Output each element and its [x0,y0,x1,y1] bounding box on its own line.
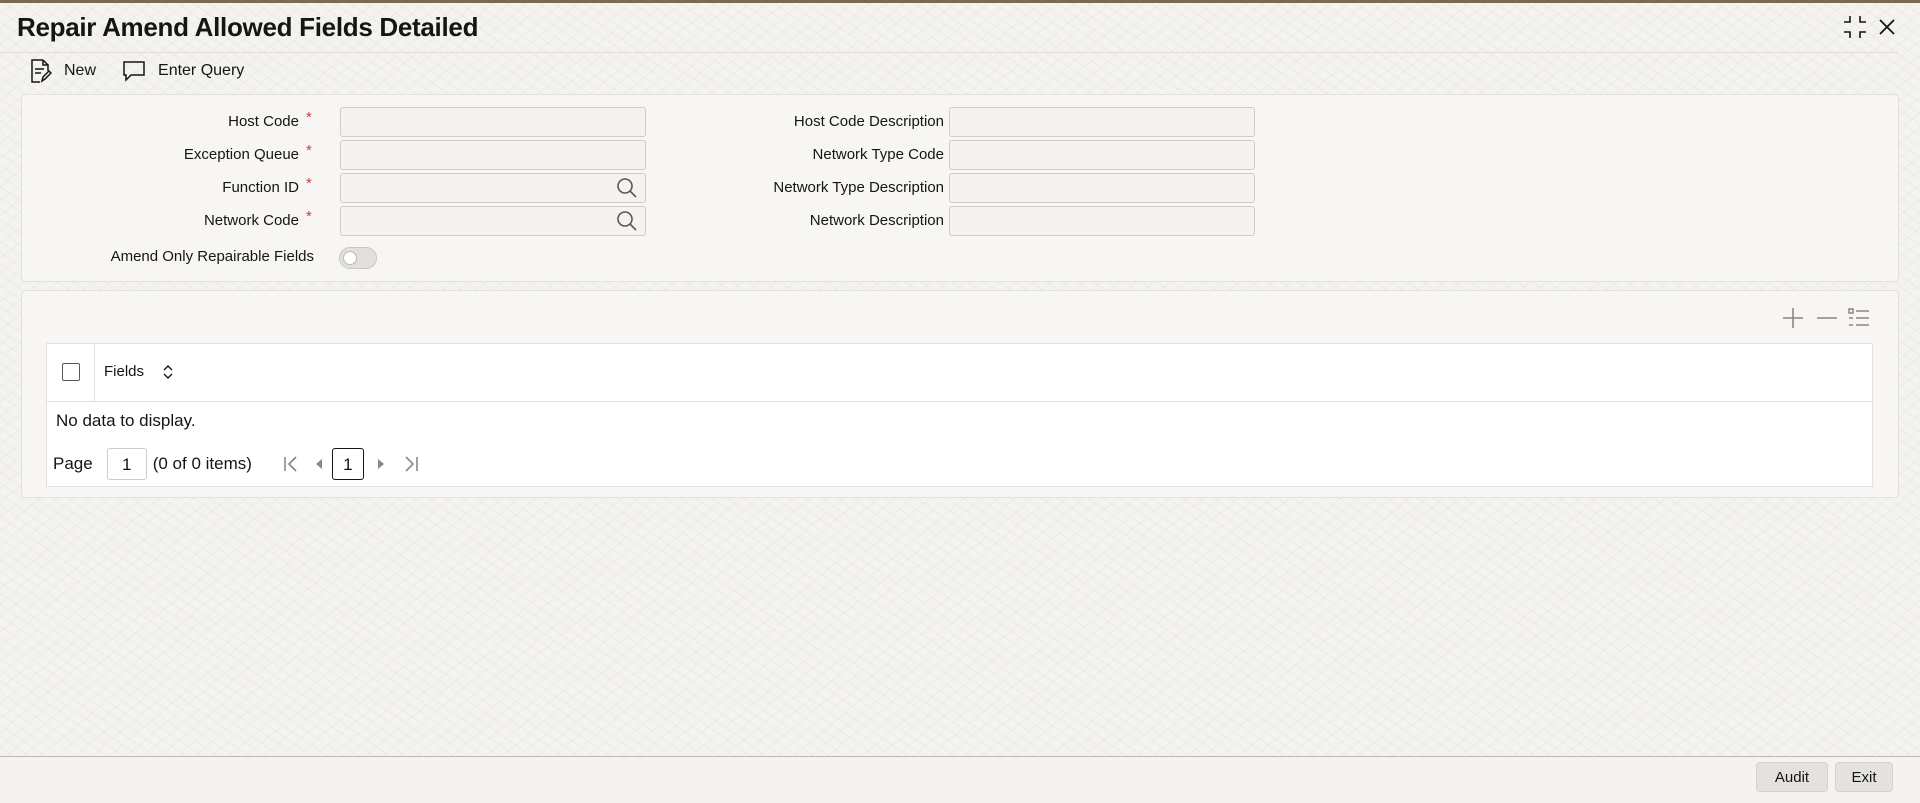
page-title: Repair Amend Allowed Fields Detailed [17,12,479,42]
next-page-icon[interactable] [372,453,390,475]
network-code-required-marker: * [306,208,312,225]
column-divider [94,344,95,401]
host-code-description-label: Host Code Description [793,113,944,130]
first-page-icon[interactable] [280,453,302,475]
add-icon[interactable] [1781,306,1805,335]
amend-only-repairable-label: Amend Only Repairable Fields [110,248,314,265]
function-id-label: Function ID [222,179,299,196]
host-code-required-marker: * [306,109,312,126]
host-code-input[interactable] [340,107,646,137]
network-description-input[interactable] [949,206,1255,236]
close-icon[interactable] [1872,12,1902,42]
collapse-icon[interactable] [1840,12,1870,42]
fields-table: Fields No data to display. Page 1 (0 of … [46,343,1873,487]
query-bubble-icon [123,61,145,82]
function-id-required-marker: * [306,175,312,192]
network-description-label: Network Description [809,212,944,229]
exception-queue-input[interactable] [340,140,646,170]
sort-icon[interactable] [161,362,175,387]
column-list-icon[interactable] [1847,306,1871,335]
network-code-search-icon[interactable] [616,210,638,237]
host-code-label: Host Code [228,113,299,130]
select-all-checkbox[interactable] [62,363,80,381]
host-code-description-input[interactable] [949,107,1255,137]
exception-queue-label: Exception Queue [183,146,299,163]
previous-page-icon[interactable] [310,453,328,475]
network-type-code-label: Network Type Code [812,146,944,163]
network-code-input[interactable] [340,206,646,236]
toggle-knob [343,251,357,265]
pagination: Page 1 (0 of 0 items) 1 [53,447,422,481]
page-input[interactable]: 1 [106,448,147,480]
header-form-panel: Host Code * Exception Queue * Function I… [21,94,1899,282]
function-id-input[interactable] [340,173,646,203]
last-page-icon[interactable] [400,453,422,475]
top-banner-strip [0,0,1920,3]
network-type-description-input[interactable] [949,173,1255,203]
title-divider [0,52,1898,53]
audit-button[interactable]: Audit [1756,762,1828,792]
network-code-label: Network Code [203,212,299,229]
enter-query-label: Enter Query [158,62,245,79]
amend-only-repairable-toggle[interactable] [339,247,377,269]
page-summary: (0 of 0 items) [152,454,252,473]
network-type-description-label: Network Type Description [773,179,944,196]
remove-icon[interactable] [1815,306,1839,335]
exception-queue-required-marker: * [306,142,312,159]
exit-button[interactable]: Exit [1835,762,1893,792]
new-button[interactable]: New [28,58,96,84]
new-document-icon [31,59,52,83]
table-header: Fields [47,344,1872,402]
empty-message: No data to display. [56,411,196,430]
current-page[interactable]: 1 [331,448,364,480]
network-type-code-input[interactable] [949,140,1255,170]
enter-query-button[interactable]: Enter Query [122,60,244,82]
new-button-label: New [64,62,97,79]
function-id-search-icon[interactable] [616,177,638,204]
page-label: Page [53,454,93,473]
footer-bar [0,757,1920,803]
toolbar: New Enter Query [28,56,270,86]
column-header-fields[interactable]: Fields [104,363,144,380]
